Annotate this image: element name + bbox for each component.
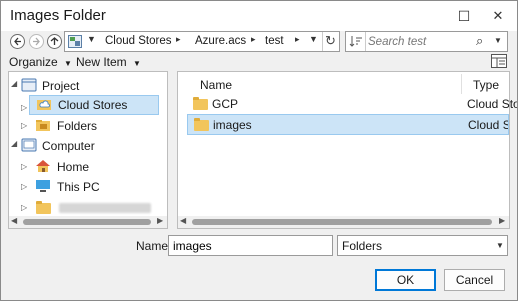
scroll-left-icon[interactable]: ◀	[11, 216, 17, 225]
address-dropdown-icon[interactable]: ▼	[309, 34, 318, 44]
project-icon	[21, 78, 37, 92]
images-folder-dialog: Images Folder ☐ ✕ ▼ Cloud Stores ▸ Azure…	[0, 0, 518, 301]
forward-button[interactable]	[29, 34, 44, 49]
chevron-down-icon: ▼	[496, 241, 504, 250]
back-arrow-icon	[14, 37, 21, 46]
breadcrumb-azure-acs[interactable]: Azure.acs	[195, 35, 246, 47]
tree-item-label: Folders	[57, 119, 98, 133]
cloud-stores-icon	[37, 100, 51, 110]
scroll-right-icon[interactable]: ▶	[157, 216, 163, 225]
search-input[interactable]	[368, 34, 478, 49]
name-input[interactable]	[168, 235, 333, 256]
divider	[365, 32, 366, 51]
sort-icon	[349, 36, 362, 47]
up-arrow-icon	[50, 37, 59, 45]
maximize-icon: ☐	[457, 7, 471, 24]
scrollbar-thumb[interactable]	[23, 219, 151, 225]
expander-icon: ▷	[21, 121, 28, 130]
divider	[322, 32, 323, 51]
computer-icon	[21, 138, 37, 152]
list-item[interactable]: GCP Cloud Stores	[186, 93, 517, 114]
scrollbar-thumb[interactable]	[192, 219, 492, 225]
breadcrumb-test[interactable]: test	[265, 35, 284, 47]
organize-menu[interactable]: Organize ▼	[9, 55, 72, 69]
search-box[interactable]: ⌕ ▼	[345, 31, 508, 52]
column-header-name[interactable]: Name	[200, 78, 232, 92]
tree-item-label: Home	[57, 160, 90, 174]
tree-item-computer[interactable]: ◢ Computer	[9, 136, 167, 156]
chevron-down-icon[interactable]: ▼	[87, 34, 96, 44]
tree-item-folder[interactable]: ▷	[9, 198, 167, 218]
scroll-left-icon[interactable]: ◀	[180, 216, 186, 225]
column-header-type[interactable]: Type	[473, 78, 499, 92]
list-item-name: images	[213, 118, 252, 132]
tree-item-folders[interactable]: ▷ Folders	[9, 116, 167, 136]
chevron-right-icon[interactable]: ▸	[295, 34, 300, 45]
folder-icon	[194, 118, 209, 131]
tree-item-label: This PC	[57, 180, 100, 194]
chevron-down-icon: ▼	[133, 59, 141, 68]
view-options-icon[interactable]	[491, 54, 507, 68]
dialog-title: Images Folder	[10, 7, 106, 24]
new-item-label: New Item	[76, 55, 127, 69]
forward-arrow-icon	[33, 37, 40, 46]
tree-item-label: Project	[42, 79, 80, 93]
expander-icon: ◢	[11, 139, 18, 148]
list-item-type: Cloud Stores	[468, 118, 508, 132]
command-toolbar: Organize ▼ New Item ▼	[1, 53, 517, 71]
expander-icon[interactable]: ▷	[21, 103, 27, 112]
back-button[interactable]	[10, 34, 25, 49]
chevron-right-icon[interactable]: ▸	[251, 34, 256, 45]
close-button[interactable]: ✕	[481, 1, 515, 31]
this-pc-icon	[36, 180, 50, 192]
folders-icon	[36, 120, 50, 131]
address-bar[interactable]: ▼ Cloud Stores ▸ Azure.acs ▸ test ▸ ▼ ↻	[64, 31, 340, 52]
redacted-label	[59, 203, 151, 213]
breadcrumb-cloud-stores[interactable]: Cloud Stores	[105, 35, 171, 47]
maximize-button[interactable]: ☐	[447, 1, 481, 31]
tree-item-this-pc[interactable]: ▷ This PC	[9, 177, 167, 197]
new-item-menu[interactable]: New Item ▼	[76, 55, 141, 69]
location-icon	[68, 35, 82, 48]
up-button[interactable]	[47, 34, 62, 49]
tree-item-label: Computer	[42, 139, 95, 153]
list-horizontal-scrollbar[interactable]: ◀ ▶	[178, 216, 509, 228]
tree-horizontal-scrollbar[interactable]: ◀ ▶	[9, 216, 167, 228]
organize-label: Organize	[9, 55, 58, 69]
expander-icon: ▷	[21, 162, 28, 171]
filter-select[interactable]: Folders ▼	[337, 235, 508, 256]
tree-item-cloud-stores[interactable]: Cloud Stores	[29, 95, 159, 115]
filter-value: Folders	[342, 239, 383, 253]
home-icon	[36, 160, 50, 172]
refresh-icon[interactable]: ↻	[325, 33, 336, 49]
expander-icon: ◢	[11, 79, 18, 88]
expander-icon: ▷	[21, 203, 28, 212]
title-bar: Images Folder ☐ ✕	[1, 1, 517, 31]
list-item-name: GCP	[212, 97, 239, 111]
name-label: Name	[136, 239, 169, 253]
scroll-right-icon[interactable]: ▶	[499, 216, 505, 225]
folder-icon	[36, 201, 51, 214]
chevron-right-icon[interactable]: ▸	[176, 34, 181, 45]
search-icon[interactable]: ⌕	[476, 33, 483, 49]
folder-icon	[193, 97, 208, 110]
column-divider[interactable]	[461, 74, 462, 94]
chevron-down-icon: ▼	[64, 59, 72, 68]
cancel-button[interactable]: Cancel	[444, 269, 505, 291]
ok-button[interactable]: OK	[375, 269, 436, 291]
list-item-type: Cloud Stores	[467, 97, 517, 111]
tree-item-label: Cloud Stores	[58, 98, 128, 112]
search-dropdown-icon[interactable]: ▼	[494, 36, 502, 45]
navigation-tree: ◢ Project Cloud Stores ▷ ▷ Folders ◢ Com…	[8, 71, 168, 229]
list-item-selected[interactable]: images Cloud Stores	[187, 114, 509, 135]
expander-icon: ▷	[21, 182, 28, 191]
file-list: Name Type GCP Cloud Stores images Cloud …	[177, 71, 517, 229]
close-icon: ✕	[492, 8, 504, 23]
tree-item-project[interactable]: ◢ Project	[9, 76, 167, 96]
tree-item-home[interactable]: ▷ Home	[9, 157, 167, 177]
